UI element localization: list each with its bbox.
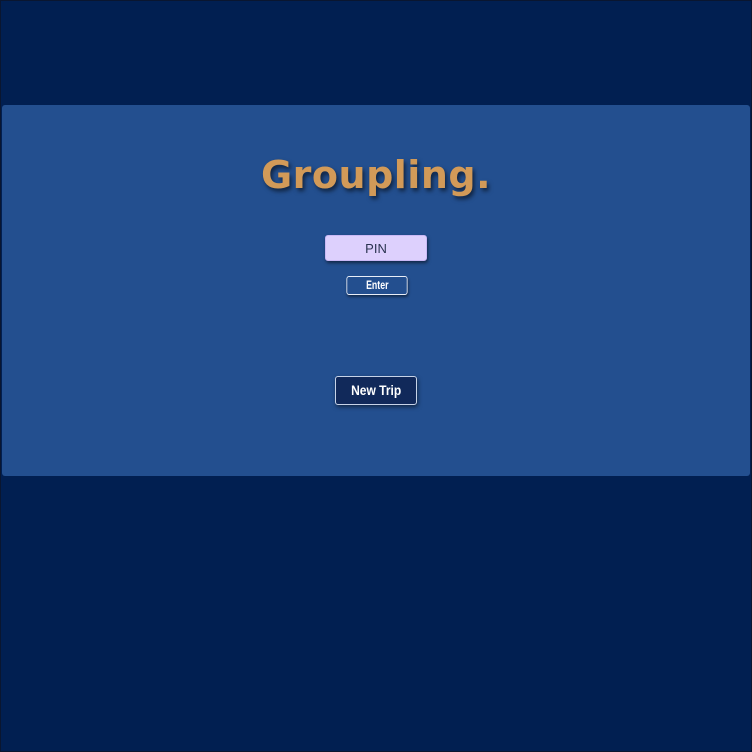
new-trip-button[interactable]: New Trip [335,376,417,405]
enter-button-label: Enter [365,278,389,292]
enter-button[interactable]: Enter [346,276,408,295]
new-trip-button-label: New Trip [350,382,402,398]
app-title: Groupling. [260,153,492,197]
pin-input[interactable] [325,235,427,261]
